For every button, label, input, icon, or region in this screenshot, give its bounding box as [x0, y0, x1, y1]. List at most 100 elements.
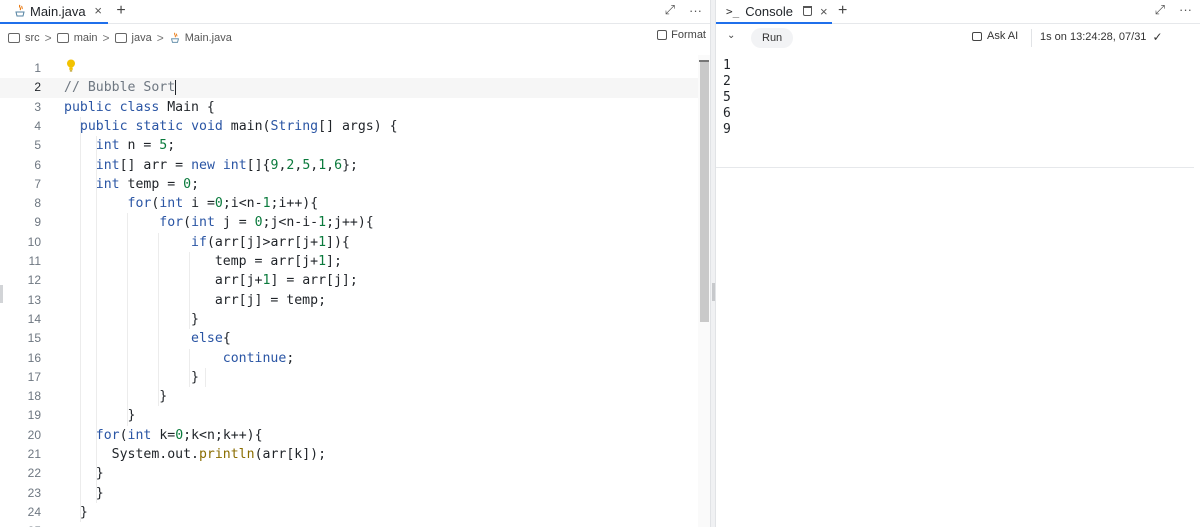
code-line[interactable]: 22 }	[0, 464, 698, 483]
indent-guide	[158, 232, 159, 407]
line-number: 20	[27, 427, 41, 442]
line-number: 7	[34, 176, 41, 191]
output-line: 6	[723, 106, 731, 121]
code-text: public static void main(String[] args) {	[79, 118, 398, 134]
text-cursor	[175, 79, 177, 95]
line-number: 15	[27, 331, 41, 346]
code-line[interactable]: 24 }	[0, 503, 698, 522]
chat-ai-icon	[972, 31, 982, 41]
console-scrollbar[interactable]	[1194, 24, 1200, 527]
code-text: arr[j+1] = arr[j];	[64, 273, 358, 289]
editor-pane: Main.java × + ⤢ ··· src > main > java >	[0, 0, 710, 527]
breadcrumb-item-main[interactable]: main	[56, 32, 98, 44]
breadcrumb-item-src[interactable]: src	[8, 32, 40, 44]
expand-icon[interactable]: ⤢	[1155, 2, 1165, 18]
code-line[interactable]: 12 arr[j+1] = arr[j];	[0, 271, 698, 290]
breadcrumb-item-main-java[interactable]: Main.java	[169, 32, 232, 44]
line-number: 6	[34, 157, 41, 172]
format-button[interactable]: Format	[657, 29, 706, 41]
code-line[interactable]: 17 }	[0, 368, 698, 387]
code-line[interactable]: 20 for(int k=0;k<n;k++){	[0, 426, 698, 445]
code-line[interactable]: 7 int temp = 0;	[0, 175, 698, 194]
more-icon[interactable]: ···	[1179, 2, 1192, 18]
run-button[interactable]: Run	[751, 28, 794, 48]
tab-console[interactable]: >_ Console ×	[716, 0, 832, 24]
breadcrumb-label: main	[73, 32, 98, 44]
console-output: 12569	[716, 58, 1200, 168]
close-icon[interactable]: ×	[820, 4, 828, 19]
tab-label: Console	[745, 3, 793, 19]
lightbulb-icon[interactable]	[66, 59, 76, 72]
line-number: 18	[27, 389, 41, 404]
tab-main-java[interactable]: Main.java ×	[0, 0, 108, 24]
line-number: 9	[34, 215, 41, 230]
code-line[interactable]: 19 }	[0, 406, 698, 425]
java-file-icon	[170, 32, 179, 43]
ask-ai-button[interactable]: Ask AI	[972, 30, 1018, 42]
code-line[interactable]: 5 int n = 5;	[0, 136, 698, 155]
line-number: 16	[27, 350, 41, 365]
line-number: 5	[34, 138, 41, 153]
code-line[interactable]: 6 int[] arr = new int[]{9,2,5,1,6};	[0, 156, 698, 175]
code-line[interactable]: 9 for(int j = 0;j<n-i-1;j++){	[0, 213, 698, 232]
add-tab-button[interactable]: +	[113, 1, 129, 21]
breadcrumb-label: src	[25, 32, 40, 44]
editor-tab-bar: Main.java × + ⤢ ···	[0, 0, 710, 24]
folder-icon	[56, 33, 69, 43]
splitter-handle[interactable]	[712, 283, 715, 301]
code-line[interactable]: 18 }	[0, 387, 698, 406]
line-number: 17	[27, 369, 41, 384]
breadcrumb-item-java[interactable]: java	[114, 32, 152, 44]
editor-scroll-thumb[interactable]	[700, 62, 709, 322]
indent-guide	[127, 213, 128, 426]
breadcrumb-separator: >	[44, 31, 52, 45]
more-icon[interactable]: ···	[689, 3, 702, 18]
code-text: for(int k=0;k<n;k++){	[95, 427, 263, 443]
indent-guide	[80, 116, 81, 523]
line-number: 4	[34, 118, 41, 133]
indent-guide	[205, 367, 206, 388]
code-line[interactable]: 3 public class Main {	[0, 98, 698, 117]
code-line[interactable]: 10 if(arr[j]>arr[j+1]){	[0, 233, 698, 252]
output-line: 2	[723, 74, 731, 89]
code-line[interactable]: 11 temp = arr[j+1];	[0, 252, 698, 271]
code-editor[interactable]: 1 2// Bubble Sort 3 public class Main {4 pu…	[0, 55, 698, 527]
code-text: }	[64, 466, 104, 482]
run-status: 1s on 13:24:28, 07/31 ✓	[1040, 30, 1163, 44]
code-text: }	[64, 408, 136, 424]
code-line[interactable]: 13 arr[j] = temp;	[0, 291, 698, 310]
check-icon: ✓	[1152, 30, 1163, 44]
code-text: for(int i =0;i<n-1;i++){	[127, 196, 319, 212]
run-status-text: 1s on 13:24:28, 07/31	[1040, 31, 1147, 43]
code-text: System.out.println(arr[k]);	[64, 447, 327, 462]
code-line[interactable]: 21 System.out.println(arr[k]);	[0, 445, 698, 464]
line-number: 19	[27, 408, 41, 423]
close-icon[interactable]: ×	[94, 3, 102, 18]
add-tab-button[interactable]: +	[838, 1, 847, 21]
trash-icon[interactable]	[802, 6, 812, 16]
console-pane: >_ Console × + ⤢ ··· ⌄ Run Ask AI 1s on …	[716, 0, 1200, 527]
folder-icon	[8, 33, 20, 43]
chevron-down-icon[interactable]: ⌄	[727, 30, 735, 41]
tab-label: Main.java	[30, 3, 86, 19]
code-line[interactable]: 2 // Bubble Sort	[0, 78, 698, 98]
sidebar-resize-handle[interactable]	[0, 285, 3, 303]
code-line[interactable]: 16 continue;	[0, 349, 698, 368]
code-text: }	[64, 485, 104, 501]
line-number: 8	[34, 196, 41, 211]
line-number: 13	[27, 292, 41, 307]
code-line[interactable]: 15 else{	[0, 329, 698, 348]
code-line[interactable]: 25	[0, 522, 698, 527]
code-line[interactable]: 8 for(int i =0;i<n-1;i++){	[0, 194, 698, 213]
code-line[interactable]: 23 }	[0, 484, 698, 503]
output-line: 9	[723, 122, 731, 137]
line-number: 25	[0, 522, 41, 527]
code-line[interactable]: 4 public static void main(String[] args)…	[0, 117, 698, 136]
code-text: int[] arr = new int[]{9,2,5,1,6};	[95, 157, 358, 173]
expand-icon[interactable]: ⤢	[665, 2, 675, 18]
code-line[interactable]: 14 }	[0, 310, 698, 329]
code-line[interactable]: 1	[0, 59, 698, 78]
line-number: 3	[34, 99, 41, 114]
code-text: }	[64, 369, 199, 385]
line-number: 24	[27, 504, 41, 519]
